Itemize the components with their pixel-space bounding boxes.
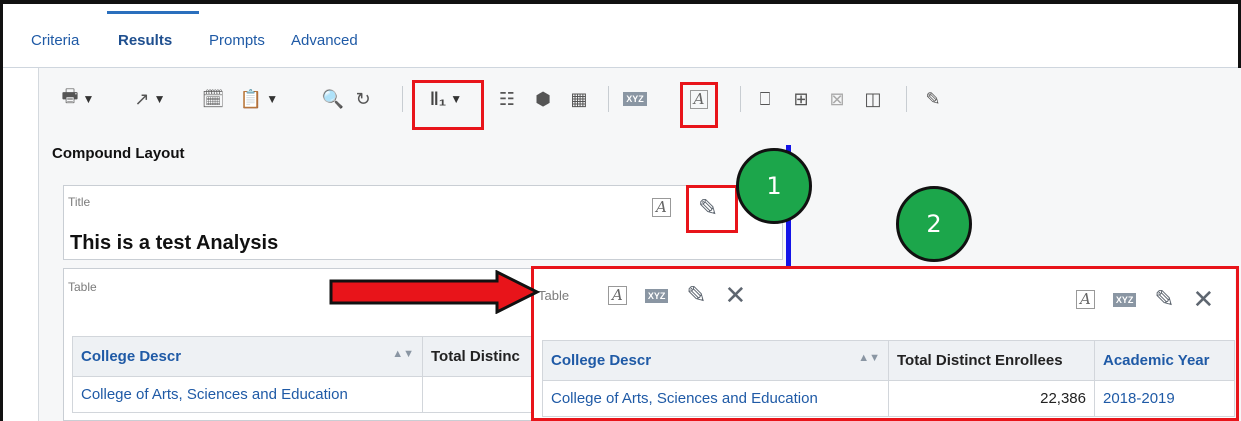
new-table-button[interactable]: ☷ [492, 76, 522, 122]
new-view-button[interactable]: ▦ [564, 76, 594, 122]
show-hide-icon: ⊞ [793, 88, 809, 109]
edit-icon: ✎ [925, 88, 941, 109]
sort-arrows-icon[interactable]: ▲▼ [392, 348, 414, 360]
compound-button[interactable]: ◫ [858, 76, 888, 122]
tab-results[interactable]: Results [118, 32, 172, 49]
remove-button[interactable]: ⊠ [822, 76, 852, 122]
copy-view-button[interactable]: 📋 ▼ [232, 76, 286, 122]
add-row-icon: ⎕ [759, 88, 771, 109]
format-view-icon[interactable]: A [652, 198, 671, 217]
highlight-edit-title [686, 185, 738, 233]
tab-prompts[interactable]: Prompts [209, 32, 265, 49]
active-tab-indicator [107, 11, 199, 14]
column-header-college-descr[interactable]: College Descr ▲▼ [72, 336, 423, 377]
chevron-down-icon: ▼ [153, 92, 166, 106]
table-header-row: College Descr ▲▼ Total Distinc [72, 336, 543, 377]
toolbar-separator [402, 86, 403, 112]
table-view-label: Table [68, 280, 97, 294]
title-view-label: Title [68, 195, 91, 209]
tab-advanced[interactable]: Advanced [291, 32, 358, 49]
refresh-button[interactable]: ↻ [348, 76, 378, 122]
remove-icon: ⊠ [829, 88, 845, 109]
tab-criteria[interactable]: Criteria [31, 32, 79, 49]
callout-2: 2 [896, 186, 972, 262]
print-icon: 🖶 [61, 86, 79, 106]
chevron-down-icon: ▼ [266, 92, 279, 106]
highlight-title-view [680, 82, 718, 128]
cell-college-descr[interactable]: College of Arts, Sciences and Education [72, 376, 423, 413]
print-preview-icon: 🔍 [321, 88, 345, 109]
callout-1: 1 [736, 148, 812, 224]
export-icon: ↗ [134, 88, 150, 109]
column-header-total-distinct[interactable]: Total Distinc [422, 336, 543, 377]
copy-view-icon: 📋 [239, 88, 263, 109]
title-view-tools: A [652, 198, 671, 217]
new-pivot-icon: ⬢ [535, 88, 551, 109]
edit-layout-button[interactable]: ✎ [916, 76, 950, 122]
highlight-new-graph [412, 80, 484, 130]
refresh-icon: ↻ [355, 88, 371, 109]
toolbar-separator [906, 86, 907, 112]
add-row-button[interactable]: ⎕ [750, 76, 780, 122]
print-button[interactable]: 🖶 ▼ [52, 76, 104, 122]
highlight-dragged-table [531, 266, 1239, 421]
cell-total-distinct [422, 376, 543, 413]
new-pivot-button[interactable]: ⬢ [528, 76, 558, 122]
export-button[interactable]: ↗ ▼ [124, 76, 176, 122]
toolbar-separator [608, 86, 609, 112]
chevron-down-icon: ▼ [82, 92, 95, 106]
tab-bar: Criteria Results Prompts Advanced [3, 4, 1238, 68]
results-toolbar: 🖶▼ ↗▼ 🗓 📋▼ 🔍 ↻ ‖₁▼ ☷ ⬢ ▦ XYZ A ⎕ ⊞ ⊠ [52, 76, 1052, 122]
table-row: College of Arts, Sciences and Education [72, 376, 543, 413]
table-left: College Descr ▲▼ Total Distinc College o… [72, 336, 543, 413]
column-header-label: College Descr [81, 348, 182, 365]
drag-arrow-icon [329, 270, 541, 314]
narrative-icon: XYZ [623, 92, 647, 106]
show-hide-button[interactable]: ⊞ [786, 76, 816, 122]
add-view-icon: 🗓 [201, 88, 225, 109]
compound-layout-label: Compound Layout [52, 145, 185, 162]
narrative-button[interactable]: XYZ [618, 76, 652, 122]
new-view-icon: ▦ [570, 88, 588, 109]
compound-icon: ◫ [864, 88, 882, 109]
analysis-title: This is a test Analysis [70, 232, 279, 254]
new-table-icon: ☷ [498, 88, 516, 109]
print-preview-button[interactable]: 🔍 [318, 76, 348, 122]
schedule-button[interactable]: 🗓 [198, 76, 228, 122]
toolbar-separator [740, 86, 741, 112]
